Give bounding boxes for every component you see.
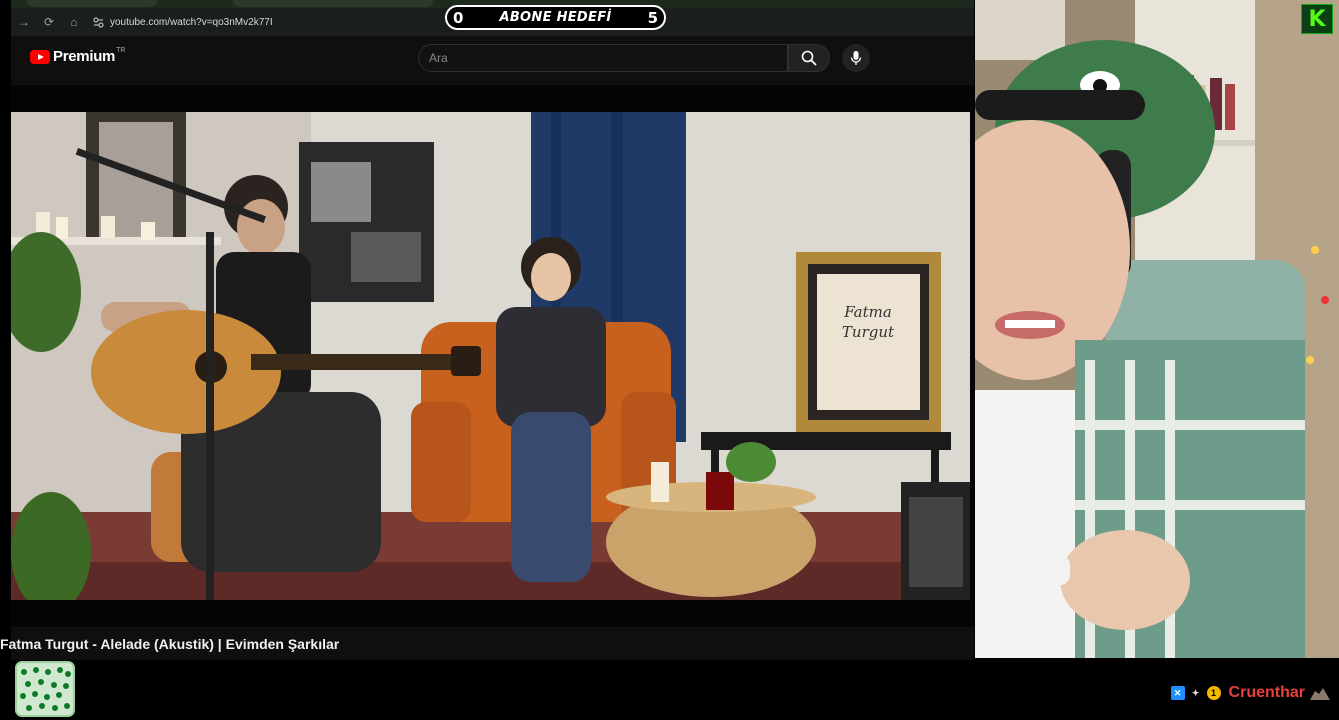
- site-settings-icon[interactable]: [90, 14, 106, 30]
- video-frame[interactable]: Fatma Turgut: [11, 112, 970, 600]
- video-title[interactable]: Fatma Turgut - Alelade (Akustik) | Evimd…: [0, 636, 339, 652]
- stream-screen: → ⟳ ⌂ youtube.com/watch?v=qo3nMv2k77I Pr…: [0, 0, 1339, 720]
- search-input[interactable]: Ara: [418, 44, 788, 72]
- home-icon[interactable]: ⌂: [62, 10, 86, 34]
- chat-user-line: ✕ ✦ 1 Cruenthar: [1170, 684, 1331, 702]
- goal-current: 0: [453, 8, 464, 27]
- voice-search-button[interactable]: [842, 44, 870, 72]
- mic-icon: [850, 51, 862, 65]
- logo-text: Premium: [53, 48, 116, 65]
- youtube-header: Premium TR Ara: [11, 36, 974, 82]
- goal-target: 5: [647, 8, 658, 27]
- youtube-logo[interactable]: Premium TR: [30, 47, 126, 65]
- youtube-play-icon: [30, 49, 50, 64]
- browser-tab[interactable]: [27, 0, 157, 7]
- rock-emote-icon: [1309, 686, 1331, 700]
- country-code: TR: [116, 47, 126, 54]
- address-bar[interactable]: youtube.com/watch?v=qo3nMv2k77I: [90, 11, 273, 33]
- url-text[interactable]: youtube.com/watch?v=qo3nMv2k77I: [110, 17, 273, 28]
- chat-username[interactable]: Cruenthar: [1229, 684, 1305, 702]
- frame-sign-line2: Turgut: [842, 323, 895, 341]
- chat-bar: ✕ ✦ 1 Cruenthar: [0, 660, 1339, 720]
- number-badge-icon: 1: [1206, 686, 1221, 700]
- frame-sign-line1: Fatma: [843, 303, 892, 321]
- browser-window: → ⟳ ⌂ youtube.com/watch?v=qo3nMv2k77I Pr…: [11, 0, 974, 660]
- cup-emote-icon: [14, 660, 76, 718]
- webcam-scene: [975, 0, 1339, 658]
- subscriber-goal-widget: 0 ABONE HEDEFİ 5: [445, 5, 666, 30]
- search-button[interactable]: [788, 44, 830, 72]
- badge-icon: ✕: [1170, 686, 1185, 700]
- reload-icon[interactable]: ⟳: [37, 10, 61, 34]
- video-player[interactable]: Fatma Turgut: [11, 85, 974, 627]
- video-scene: Fatma Turgut: [11, 112, 970, 600]
- forward-icon[interactable]: →: [12, 10, 36, 34]
- webcam-feed: [975, 0, 1339, 658]
- browser-tab[interactable]: [233, 0, 433, 7]
- kick-logo: K: [1301, 4, 1333, 34]
- sparkle-icon: ✦: [1191, 687, 1200, 698]
- goal-label: ABONE HEDEFİ: [499, 10, 612, 25]
- search-icon: [801, 50, 817, 66]
